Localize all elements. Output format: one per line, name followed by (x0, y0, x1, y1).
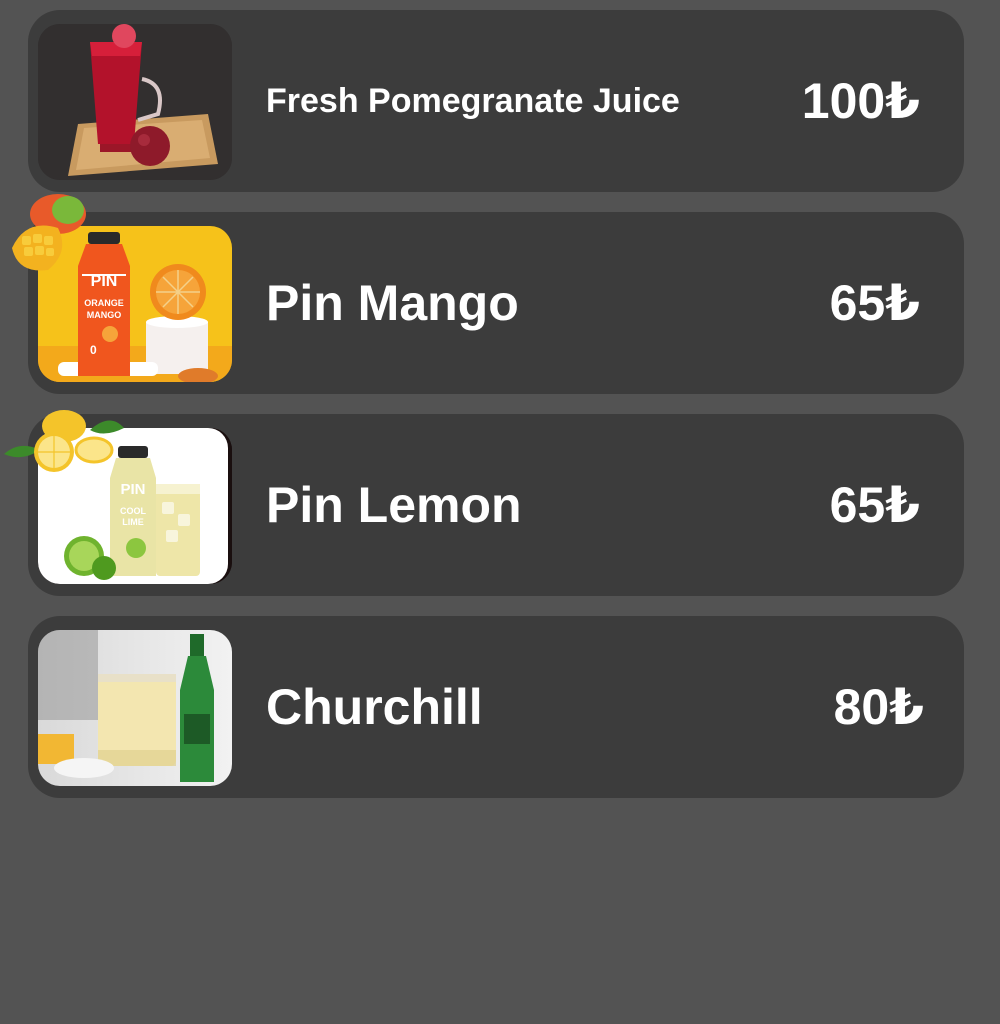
bottle-flavor-label: LIME (122, 517, 144, 527)
svg-text:0: 0 (90, 343, 97, 357)
menu-item-price: 65₺ (829, 477, 920, 533)
menu-item-pin-lemon[interactable]: PIN COOL LIME Pin Lemon 65₺ (4, 410, 964, 596)
menu-item-pin-mango[interactable]: PIN ORANGE MANGO 0 Pin Mango 65₺ (12, 194, 964, 394)
bottle-brand-label: PIN (120, 481, 145, 498)
menu-item-name: Churchill (266, 679, 483, 735)
bottle-flavor-label: MANGO (87, 310, 122, 320)
menu-item-fresh-pomegranate-juice[interactable]: Fresh Pomegranate Juice 100₺ (28, 10, 964, 192)
bottle-flavor-label: COOL (120, 506, 147, 516)
pin-lemon-image: PIN COOL LIME (4, 410, 232, 584)
menu-item-name: Fresh Pomegranate Juice (266, 81, 680, 120)
menu-item-churchill[interactable]: Churchill 80₺ (28, 616, 964, 798)
menu-item-price: 65₺ (829, 275, 920, 331)
menu-item-price: 80₺ (833, 679, 924, 735)
menu-item-name: Pin Mango (266, 275, 519, 331)
menu-item-price: 100₺ (801, 73, 920, 129)
bottle-flavor-label: ORANGE (84, 298, 124, 308)
menu-list: Fresh Pomegranate Juice 100₺ PIN ORANGE … (4, 10, 964, 818)
churchill-image (38, 630, 232, 786)
menu-item-name: Pin Lemon (266, 477, 522, 533)
pin-mango-image: PIN ORANGE MANGO 0 (12, 194, 232, 382)
bottle-brand-label: PIN (91, 273, 118, 290)
pomegranate-juice-image (38, 24, 232, 180)
